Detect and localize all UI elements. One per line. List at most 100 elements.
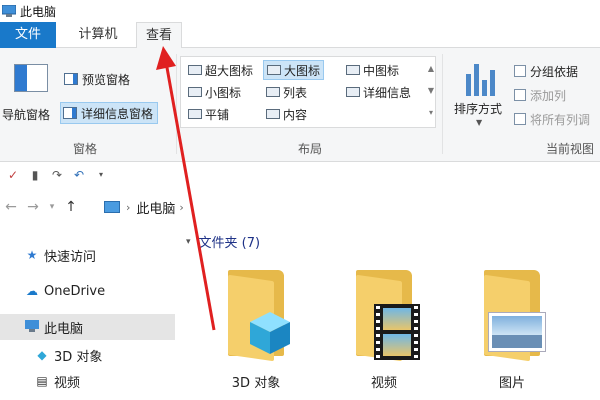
add-columns-label: 添加列: [530, 88, 567, 103]
address-field[interactable]: › 此电脑 ›: [104, 196, 600, 218]
new-folder-icon[interactable]: ▮: [28, 168, 42, 182]
cloud-icon: ☁: [26, 284, 38, 298]
layout-content[interactable]: 内容: [263, 104, 310, 124]
preview-pane-label: 预览窗格: [82, 72, 131, 87]
window-title: 此电脑: [20, 4, 57, 19]
ribbon-tab-bar: 文件 计算机 查看: [0, 22, 600, 49]
size-all-columns-button[interactable]: 将所有列调: [514, 108, 590, 130]
nav-item-onedrive[interactable]: ☁ OneDrive: [0, 278, 175, 304]
layout-item-label: 大图标: [284, 63, 321, 78]
layout-large-icons[interactable]: 大图标: [263, 60, 325, 80]
nav-item-label: 此电脑: [44, 321, 84, 337]
nav-item-quick-access[interactable]: ★ 快速访问: [0, 242, 175, 268]
quick-access-toolbar: ✓ ▮ ↷ ↶ ▾: [0, 162, 600, 188]
folders-group-label: 文件夹 (7): [198, 236, 261, 251]
panes-group-label: 窗格: [72, 142, 97, 156]
chevron-down-icon: ▾: [186, 236, 191, 247]
nav-item-videos[interactable]: ▤ 视频: [0, 368, 175, 394]
properties-icon[interactable]: ✓: [6, 168, 20, 182]
gallery-down-icon[interactable]: ▼: [425, 80, 437, 102]
preview-pane-button[interactable]: 预览窗格: [62, 68, 134, 90]
breadcrumb-chevron-icon[interactable]: ›: [179, 201, 183, 214]
chevron-down-icon: ▼: [476, 118, 483, 127]
film-icon: [374, 304, 420, 360]
tiles-icon: [188, 109, 202, 119]
layout-item-label: 内容: [283, 107, 308, 122]
preview-pane-icon: [64, 73, 78, 85]
details-pane-label: 详细信息窗格: [81, 106, 154, 121]
layout-small-icons[interactable]: 小图标: [185, 82, 244, 102]
address-bar: ← → ▾ ↑ › 此电脑 ›: [0, 192, 600, 222]
file-content-area: ▾ 文件夹 (7) 3D 对象 视频 图片: [180, 228, 600, 400]
tab-computer[interactable]: 计算机: [60, 22, 136, 48]
recent-locations-icon[interactable]: ▾: [44, 202, 60, 212]
tab-view[interactable]: 查看: [136, 22, 182, 49]
layout-item-label: 超大图标: [205, 63, 254, 78]
layout-item-label: 小图标: [205, 85, 242, 100]
layout-item-label: 中图标: [363, 63, 400, 78]
add-columns-icon: [514, 89, 526, 101]
list-icon: [266, 87, 280, 97]
folder-label: 视频: [370, 376, 397, 391]
nav-item-label: 视频: [54, 375, 81, 391]
medium-icons-icon: [346, 65, 360, 75]
nav-item-label: OneDrive: [44, 283, 106, 299]
nav-item-this-pc[interactable]: 此电脑: [0, 314, 175, 340]
layout-gallery-scroller: ▲ ▼ ▾: [425, 58, 437, 124]
large-icons-icon: [267, 65, 281, 75]
nav-item-3d-objects[interactable]: ◆ 3D 对象: [0, 342, 175, 368]
gallery-up-icon[interactable]: ▲: [425, 58, 437, 80]
nav-item-label: 3D 对象: [54, 349, 103, 365]
tab-file[interactable]: 文件: [0, 22, 56, 48]
content-icon: [266, 109, 280, 119]
film-icon: ▤: [36, 374, 48, 388]
folder-videos[interactable]: 视频: [330, 264, 438, 396]
add-columns-button[interactable]: 添加列: [514, 84, 566, 106]
group-by-button[interactable]: 分组依据: [514, 60, 578, 82]
sort-by-button[interactable]: 排序方式 ▼: [448, 58, 514, 134]
details-pane-icon: [63, 107, 77, 119]
folders-group-header[interactable]: ▾ 文件夹 (7): [186, 232, 260, 251]
undo-icon[interactable]: ↶: [72, 168, 86, 182]
gallery-more-icon[interactable]: ▾: [425, 102, 437, 124]
layout-group-label: 布局: [297, 142, 322, 156]
this-pc-icon: [24, 320, 40, 334]
layout-item-label: 详细信息: [363, 85, 412, 100]
back-arrow-icon[interactable]: ←: [0, 199, 22, 215]
this-pc-icon: [2, 5, 16, 17]
size-all-columns-label: 将所有列调: [530, 112, 591, 127]
folder-pictures[interactable]: 图片: [458, 264, 566, 396]
navigation-pane-button[interactable]: 导航窗格: [0, 56, 60, 126]
breadcrumb-chevron-icon[interactable]: ›: [126, 201, 130, 214]
layout-gallery: 超大图标 大图标 中图标 小图标 列表 详细信息 平铺 内容: [180, 56, 436, 128]
breadcrumb-location[interactable]: 此电脑: [136, 198, 175, 217]
layout-extra-large-icons[interactable]: 超大图标: [185, 60, 256, 80]
layout-tiles[interactable]: 平铺: [185, 104, 232, 124]
picture-icon: [488, 312, 546, 352]
sort-by-label: 排序方式: [454, 102, 503, 116]
layout-list[interactable]: 列表: [263, 82, 310, 102]
small-icons-icon: [188, 87, 202, 97]
current-view-group-label: 当前视图: [545, 142, 594, 156]
separator: [176, 54, 177, 154]
ribbon: 导航窗格 预览窗格 详细信息窗格 窗格 超大图标 大图标 中图标 小图标 列表: [0, 48, 600, 162]
layout-details[interactable]: 详细信息: [343, 82, 414, 102]
details-pane-button[interactable]: 详细信息窗格: [60, 102, 159, 124]
redo-icon[interactable]: ↷: [50, 168, 64, 182]
cube-icon: [250, 312, 290, 354]
group-by-icon: [514, 65, 526, 77]
folder-3d-objects[interactable]: 3D 对象: [202, 264, 310, 396]
details-icon: [346, 87, 360, 97]
sort-by-icon: [464, 62, 496, 96]
layout-medium-icons[interactable]: 中图标: [343, 60, 402, 80]
navigation-pane: ★ 快速访问 ☁ OneDrive 此电脑 ◆ 3D 对象 ▤ 视频: [0, 228, 180, 400]
extra-large-icons-icon: [188, 65, 202, 75]
folder-label: 图片: [498, 376, 525, 391]
customize-toolbar-icon[interactable]: ▾: [94, 168, 108, 182]
group-by-label: 分组依据: [530, 64, 579, 79]
forward-arrow-icon[interactable]: →: [22, 199, 44, 215]
up-arrow-icon[interactable]: ↑: [60, 199, 82, 215]
separator: [442, 54, 443, 154]
layout-item-label: 列表: [283, 85, 308, 100]
title-bar: 此电脑: [0, 0, 600, 22]
